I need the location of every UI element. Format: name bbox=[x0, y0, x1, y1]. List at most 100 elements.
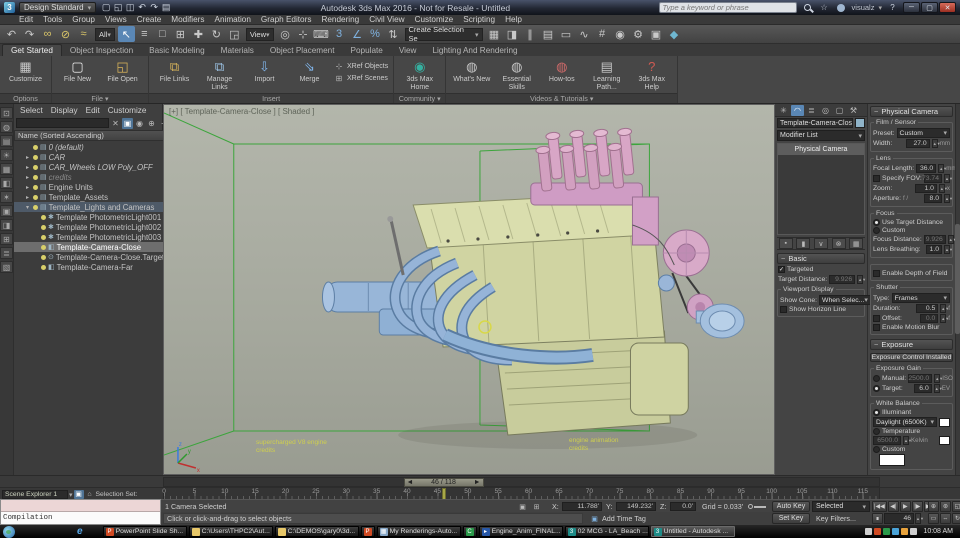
select-and-scale-icon[interactable]: ◲ bbox=[226, 26, 243, 42]
taskbar-item-engine-anim-final[interactable]: ▸Engine_Anim_FINAL... bbox=[479, 526, 563, 537]
tree-item-template-camera-close[interactable]: ◧Template-Camera-Close bbox=[14, 242, 183, 252]
explorer-menu-select[interactable]: Select bbox=[17, 106, 46, 115]
chevron-down-icon[interactable] bbox=[878, 3, 882, 12]
ribbon-item-manage-links[interactable]: ⧉Manage Links bbox=[199, 58, 240, 91]
illuminant-radio[interactable] bbox=[873, 409, 880, 416]
materials-filter-icon[interactable]: ▧ bbox=[0, 261, 13, 273]
taskbar-item-02-mcg-la-beach[interactable]: 302 MCG - LA_Beach ... bbox=[565, 526, 649, 537]
flag-tray-icon[interactable] bbox=[874, 528, 881, 535]
groups-filter-icon[interactable]: ▣ bbox=[0, 205, 13, 217]
maxscript-mini-listener[interactable]: Compilation bbox=[0, 499, 161, 525]
undo-icon[interactable]: ↶ bbox=[136, 2, 148, 13]
layer-manager-icon[interactable]: ▤ bbox=[540, 26, 557, 42]
hierarchy-tab-icon[interactable]: ≣ bbox=[805, 105, 818, 116]
previous-frame-arrow-icon[interactable]: ◄ bbox=[407, 479, 414, 486]
edit-named-selections-icon[interactable]: ▦ bbox=[486, 26, 503, 42]
auto-key-button[interactable]: Auto Key bbox=[772, 501, 810, 512]
explorer-menu-edit[interactable]: Edit bbox=[83, 106, 103, 115]
ribbon-group-label[interactable]: File ▾ bbox=[52, 93, 148, 103]
selection-filter-dropdown[interactable]: All bbox=[95, 28, 115, 41]
scene-explorer-selector[interactable]: Scene Explorer 1 bbox=[2, 490, 68, 499]
chevron-collapsed-icon[interactable]: ▸ bbox=[24, 194, 31, 201]
select-and-move-icon[interactable]: ✚ bbox=[190, 26, 207, 42]
tree-item-template-photometriclight003[interactable]: ✱Template PhotometricLight003 bbox=[14, 232, 183, 242]
display-tab-icon[interactable]: ▢ bbox=[833, 105, 846, 116]
visibility-bulb-icon[interactable] bbox=[41, 235, 46, 240]
save-file-icon[interactable]: ◫ bbox=[124, 2, 136, 13]
ribbon-tab-populate[interactable]: Populate bbox=[343, 45, 391, 56]
menu-modifiers[interactable]: Modifiers bbox=[166, 15, 209, 24]
next-frame-button[interactable]: |▶ bbox=[912, 501, 923, 512]
preset-dropdown[interactable]: Custom bbox=[897, 128, 950, 138]
search-input[interactable] bbox=[659, 2, 797, 13]
ribbon-group-label[interactable]: Options bbox=[0, 93, 51, 103]
new-scene-icon[interactable]: ▢ bbox=[100, 2, 112, 13]
targeted-checkbox[interactable]: ✓ bbox=[778, 266, 785, 273]
x-coordinate-field[interactable]: 11.788' bbox=[562, 502, 602, 511]
ribbon-item-learning-path[interactable]: ▤Learning Path... bbox=[586, 58, 627, 91]
redo-icon[interactable]: ↷ bbox=[21, 26, 38, 42]
explorer-menu-customize[interactable]: Customize bbox=[105, 106, 150, 115]
object-color-swatch[interactable] bbox=[855, 118, 865, 128]
zoom-field[interactable]: 1.0 bbox=[915, 184, 937, 193]
tree-item-template-camera-close-target[interactable]: ⊙Template-Camera-Close.Target bbox=[14, 252, 183, 262]
spinner[interactable]: ▲▼ bbox=[948, 235, 954, 244]
tree-item-engine-units[interactable]: ▸▤Engine Units bbox=[14, 182, 183, 192]
zoom-icon[interactable]: ⊕ bbox=[928, 501, 939, 512]
ribbon-item-xref-objects[interactable]: ⊹XRef Objects bbox=[334, 62, 388, 71]
spinner[interactable]: ▲▼ bbox=[915, 513, 921, 524]
helpers-filter-icon[interactable]: ◧ bbox=[0, 177, 13, 189]
macro-recorder-pane[interactable] bbox=[1, 500, 160, 512]
next-frame-arrow-icon[interactable]: ► bbox=[474, 479, 481, 486]
taskbar-item-my-renderings-auto[interactable]: ▦My Renderings-Auto... bbox=[377, 526, 461, 537]
bones-filter-icon[interactable]: ⊞ bbox=[0, 233, 13, 245]
open-file-icon[interactable]: ◱ bbox=[112, 2, 124, 13]
render-production-icon[interactable]: ◆ bbox=[666, 26, 683, 42]
spinner-snap-icon[interactable]: ⇅ bbox=[385, 26, 402, 42]
ribbon-tab-basic-modeling[interactable]: Basic Modeling bbox=[141, 45, 213, 56]
visibility-bulb-icon[interactable] bbox=[33, 145, 38, 150]
named-selection-combo[interactable]: Create Selection Se bbox=[405, 28, 483, 41]
reference-coordinate-dropdown[interactable]: View bbox=[246, 28, 274, 41]
exposure-control-installed-button[interactable]: Exposure Control Installed bbox=[870, 353, 953, 362]
go-to-start-button[interactable]: |◀◀ bbox=[872, 501, 887, 512]
remove-modifier-icon[interactable]: ⊗ bbox=[832, 238, 846, 249]
add-time-tag[interactable]: Add Time Tag bbox=[602, 514, 646, 523]
command-panel-scrollbar[interactable] bbox=[955, 104, 960, 475]
align-icon[interactable]: ∥ bbox=[522, 26, 539, 42]
ribbon-group-label[interactable]: Community ▾ bbox=[394, 93, 445, 103]
visibility-bulb-icon[interactable] bbox=[33, 175, 38, 180]
percent-snap-icon[interactable]: % bbox=[367, 26, 384, 42]
graphite-ribbon-icon[interactable]: ▭ bbox=[558, 26, 575, 42]
absolute-relative-toggle-icon[interactable]: ⊞ bbox=[530, 502, 543, 511]
tree-item-car[interactable]: ▸▤CAR bbox=[14, 152, 183, 162]
modifier-list-dropdown[interactable]: Modifier List bbox=[777, 130, 865, 141]
viewport[interactable]: z x y [+] [ Template-Camera-Close ] [ Sh… bbox=[163, 104, 775, 475]
update-tray-icon[interactable] bbox=[892, 528, 899, 535]
temperature-field[interactable]: 6500.0 bbox=[873, 436, 901, 445]
tree-item-0-default[interactable]: ▤0 (default) bbox=[14, 142, 183, 152]
shutter-type-dropdown[interactable]: Frames bbox=[892, 293, 950, 303]
viewport-label[interactable]: [+] [ Template-Camera-Close ] [ Shaded ] bbox=[169, 107, 314, 116]
window-crossing-icon[interactable]: ⊞ bbox=[172, 26, 189, 42]
lock-navigation-icon[interactable]: ◉ bbox=[134, 118, 145, 129]
menu-rendering[interactable]: Rendering bbox=[316, 15, 364, 24]
temperature-radio[interactable] bbox=[873, 428, 880, 435]
chevron-down-icon[interactable] bbox=[69, 489, 73, 499]
minimize-button[interactable]: ─ bbox=[903, 2, 920, 13]
visibility-bulb-icon[interactable] bbox=[41, 265, 46, 270]
ribbon-item-essential-skills[interactable]: ◍Essential Skills bbox=[496, 58, 537, 91]
menu-scripting[interactable]: Scripting bbox=[458, 15, 500, 24]
show-cone-dropdown[interactable]: When Selec... bbox=[819, 295, 871, 305]
play-button[interactable]: ▶ bbox=[900, 501, 911, 512]
offset-checkbox[interactable] bbox=[873, 315, 880, 322]
mirror-icon[interactable]: ◨ bbox=[504, 26, 521, 42]
help-icon[interactable]: ? bbox=[886, 2, 899, 13]
shapes-filter-icon[interactable]: ▤ bbox=[0, 135, 13, 147]
taskbar-item-app-green[interactable]: C bbox=[463, 526, 477, 537]
temperature-color-swatch[interactable] bbox=[939, 436, 950, 445]
tree-item-template-lights-and-cameras[interactable]: ▾▤Template_Lights and Cameras bbox=[14, 202, 183, 212]
previous-frame-button[interactable]: ◀| bbox=[888, 501, 899, 512]
pick-icon[interactable]: ⊕ bbox=[146, 118, 157, 129]
menu-tools[interactable]: Tools bbox=[38, 15, 67, 24]
